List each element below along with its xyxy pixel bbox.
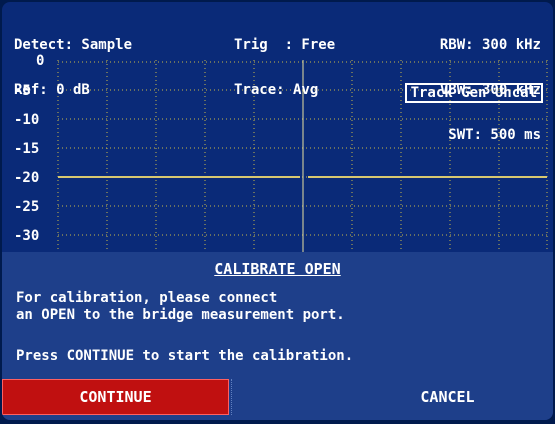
dialog-message-line: an OPEN to the bridge measurement port. [16,307,345,323]
rbw-label: RBW: 300 kHz [439,37,541,53]
y-axis-label-minus10: -10 [14,112,40,128]
calibration-dialog: CALIBRATE OPEN For calibration, please c… [2,252,553,420]
y-axis-label-minus25: -25 [14,199,40,215]
dialog-message-line: For calibration, please connect [16,290,278,306]
y-axis-label-minus15: -15 [14,141,40,157]
y-axis-label-minus5: -5 [14,83,31,99]
sweep-time-label: SWT: 500 ms [448,127,541,143]
y-axis-label-0: 0 [36,53,45,69]
dialog-title: CALIBRATE OPEN [214,260,341,278]
detect-label: Detect: Sample [14,37,133,53]
ref-level-label: Ref: 0 dB [14,82,90,98]
y-axis-label-minus30: -30 [14,228,40,244]
trace-mode-label: Trace: Avg [234,82,319,98]
analyzer-screen: Detect: Sample Ref: 0 dB Trig : Free Tra… [2,2,553,420]
header-middle: Trig : Free Trace: Avg [234,8,335,128]
dialog-message: For calibration, please connect an OPEN … [16,290,345,324]
dialog-prompt: Press CONTINUE to start the calibration. [16,348,354,364]
track-gen-status-badge: Track Gen Uncal [404,83,543,103]
softkey-bar: CONTINUE CANCEL [2,379,553,415]
continue-button[interactable]: CONTINUE [2,379,229,415]
empty-softkey [231,379,339,415]
header-left: Detect: Sample Ref: 0 dB [14,8,132,128]
cancel-button[interactable]: CANCEL [342,379,553,415]
y-axis-label-minus20: -20 [14,170,40,186]
trigger-label: Trig : Free [234,37,336,53]
